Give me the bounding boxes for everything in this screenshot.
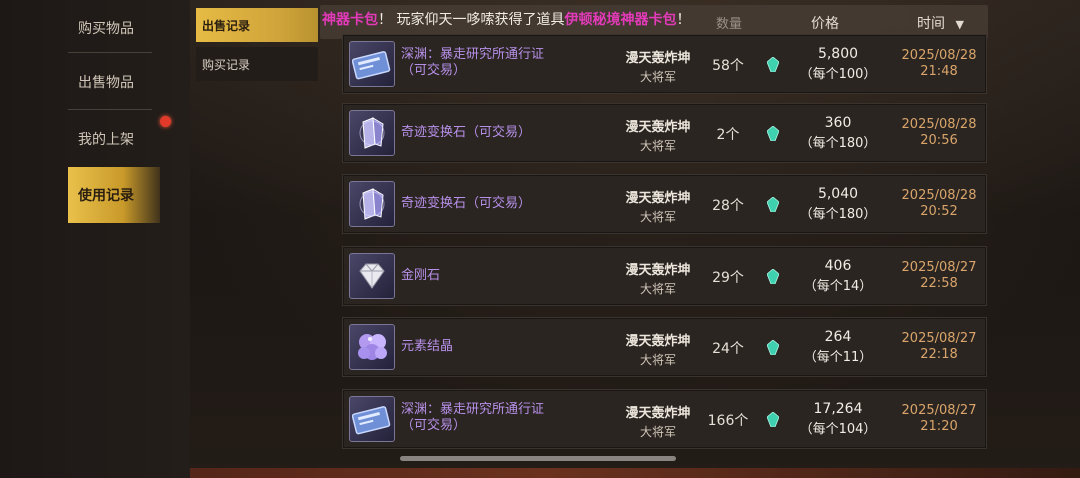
record-date: 2025/08/27 (901, 331, 977, 346)
nav-label: 我的上架 (78, 132, 134, 148)
quantity: 58个 (712, 58, 744, 74)
total-price: 17,264 (813, 401, 863, 417)
tab-label: 购买记录 (202, 57, 251, 72)
bottom-glow (190, 468, 1080, 478)
record-time: 20:56 (920, 133, 958, 148)
unit-price: （每个180） (799, 207, 877, 222)
unit-price: （每个11） (803, 350, 873, 365)
miracle-stone-icon (349, 181, 395, 227)
total-price: 5,040 (817, 186, 859, 202)
currency-gem-icon (766, 56, 780, 73)
timestamp: 2025/08/27 22:18 (893, 331, 985, 363)
price-info: 264 （每个11） (783, 329, 893, 365)
item-name: 深渊：暴走研究所通行证（可交易） (401, 47, 545, 78)
system-broadcast: 神器卡包！ 玩家仰天一哆嗦获得了道具伊顿秘境神器卡包！ (322, 9, 690, 29)
record-row[interactable]: 元素结晶 漫天轰炸坤 大将军 24个 264 （每个11） 2025/08/27… (342, 317, 987, 377)
miracle-stone-icon (349, 110, 395, 156)
record-time: 21:48 (920, 64, 958, 79)
total-price: 5,800 (817, 46, 859, 62)
tab-sell-records[interactable]: 出售记录 (196, 8, 318, 42)
item-name: 元素结晶 (401, 339, 454, 354)
price-info: 5,040 （每个180） (783, 186, 893, 222)
quantity: 28个 (712, 198, 744, 214)
timestamp: 2025/08/27 21:20 (893, 403, 985, 435)
nav-label: 出售物品 (78, 75, 134, 91)
timestamp: 2025/08/27 22:58 (893, 260, 985, 292)
record-time: 22:18 (920, 347, 958, 362)
horizontal-scrollbar[interactable] (400, 456, 676, 461)
record-date: 2025/08/28 (901, 117, 977, 132)
timestamp: 2025/08/28 20:52 (893, 188, 985, 220)
quantity: 29个 (712, 270, 744, 286)
record-time: 22:58 (920, 276, 958, 291)
diamond-icon (349, 253, 395, 299)
record-date: 2025/08/28 (901, 188, 977, 203)
record-date: 2025/08/27 (901, 403, 977, 418)
nav-usage-records[interactable]: 使用记录 (68, 167, 160, 223)
nav-my-listings[interactable]: 我的上架 (68, 111, 160, 167)
quantity: 166个 (707, 413, 749, 429)
header-time-label: 时间 (917, 16, 945, 32)
broadcast-item-prev: 神器卡包 (322, 12, 378, 28)
item-name: 奇迹变换石（可交易） (401, 125, 532, 140)
unit-price: （每个180） (799, 136, 877, 151)
total-price: 406 (824, 258, 852, 274)
price-info: 360 （每个180） (783, 115, 893, 151)
tab-buy-records[interactable]: 购买记录 (196, 47, 318, 81)
nav-divider (68, 109, 152, 110)
record-date: 2025/08/27 (901, 260, 977, 275)
currency-gem-icon (766, 411, 780, 428)
price-info: 17,264 （每个104） (783, 401, 893, 437)
quantity: 24个 (712, 341, 744, 357)
timestamp: 2025/08/28 20:56 (893, 117, 985, 149)
unit-price: （每个14） (803, 279, 873, 294)
record-time: 20:52 (920, 204, 958, 219)
tab-label: 出售记录 (202, 18, 251, 33)
total-price: 264 (824, 329, 852, 345)
item-name: 奇迹变换石（可交易） (401, 196, 532, 211)
record-row[interactable]: 奇迹变换石（可交易） 漫天轰炸坤 大将军 28个 5,040 （每个180） 2… (342, 174, 987, 234)
currency-gem-icon (766, 339, 780, 356)
broadcast-text: ！ 玩家仰天一哆嗦获得了道具 (378, 12, 565, 28)
header-price: 价格 (811, 16, 839, 32)
price-info: 5,800 （每个100） (783, 46, 893, 82)
record-row[interactable]: 深渊：暴走研究所通行证（可交易） 漫天轰炸坤 大将军 58个 5,800 （每个… (342, 34, 987, 94)
timestamp: 2025/08/28 21:48 (893, 48, 985, 80)
unit-price: （每个104） (799, 422, 877, 437)
record-time: 21:20 (920, 419, 958, 434)
unit-price: （每个100） (799, 67, 877, 82)
currency-gem-icon (766, 268, 780, 285)
nav-sell-items[interactable]: 出售物品 (68, 54, 160, 110)
item-name: 金刚石 (401, 268, 441, 283)
item-name: 深渊：暴走研究所通行证（可交易） (401, 402, 545, 433)
header-time-sort[interactable]: 时间 ▼ (917, 13, 964, 33)
price-info: 406 （每个14） (783, 258, 893, 294)
nav-divider (68, 52, 152, 53)
sort-down-icon: ▼ (955, 18, 964, 31)
record-date: 2025/08/28 (901, 48, 977, 63)
nav-label: 购买物品 (78, 21, 134, 37)
crystal-icon (349, 324, 395, 370)
nav-label: 使用记录 (78, 188, 134, 204)
broadcast-suffix: ！ (676, 12, 691, 28)
nav-buy-items[interactable]: 购买物品 (68, 0, 160, 56)
record-row[interactable]: 深渊：暴走研究所通行证（可交易） 漫天轰炸坤 大将军 166个 17,264 （… (342, 389, 987, 449)
header-qty: 数量 (716, 17, 743, 32)
record-row[interactable]: 奇迹变换石（可交易） 漫天轰炸坤 大将军 2个 360 （每个180） 2025… (342, 103, 987, 163)
pass-card-icon (349, 396, 395, 442)
notification-dot (160, 116, 171, 127)
total-price: 360 (824, 115, 852, 131)
quantity: 2个 (716, 127, 740, 143)
currency-gem-icon (766, 196, 780, 213)
pass-card-icon (349, 41, 395, 87)
currency-gem-icon (766, 125, 780, 142)
record-row[interactable]: 金刚石 漫天轰炸坤 大将军 29个 406 （每个14） 2025/08/27 … (342, 246, 987, 306)
broadcast-item: 伊顿秘境神器卡包 (564, 12, 677, 28)
